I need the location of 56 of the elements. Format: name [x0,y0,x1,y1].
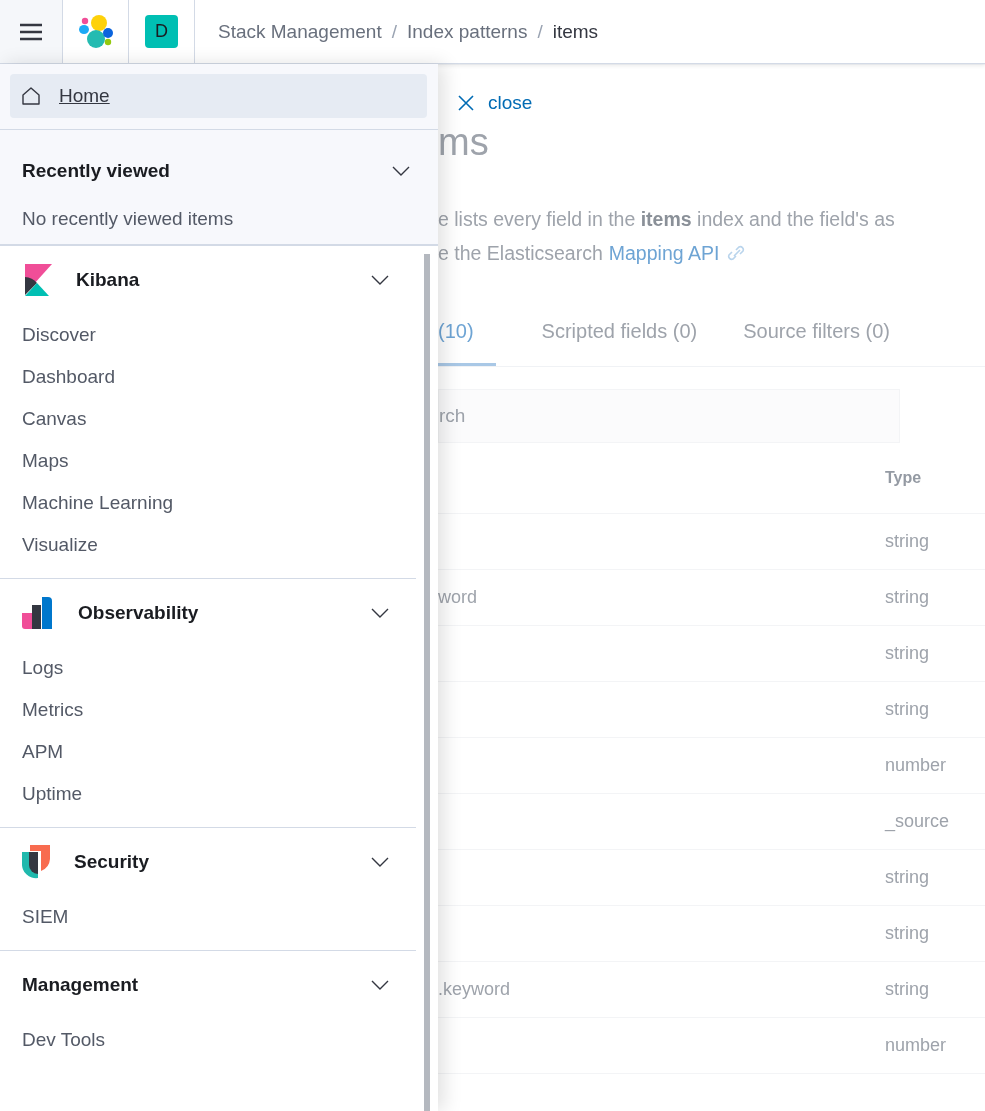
table-cell-text: string [885,923,930,944]
nav-link[interactable]: Uptime [0,773,83,815]
home-link[interactable]: Home [10,74,427,118]
nav-group-toggle[interactable]: Management [0,951,416,1019]
nav-link[interactable]: Dev Tools [0,1019,106,1061]
close-link[interactable]: close [458,92,533,114]
close-icon [458,95,474,111]
menu-button[interactable] [0,0,63,63]
table-cell: .keyword [438,979,511,999]
breadcrumb[interactable]: Stack Management [218,20,382,43]
chevron-icon [371,857,389,867]
description-text: e the Elasticsearch [438,241,603,266]
table-cell-text: string [885,867,930,888]
logo-icon[interactable] [77,13,114,50]
menu-icon [19,22,43,41]
breadcrumb-separator: / [537,20,543,43]
page-title: ms [438,122,490,165]
search-field[interactable]: rch [438,389,900,443]
nav-group-toggle[interactable]: Kibana [0,246,416,314]
chevron-icon [371,980,389,990]
nav-link[interactable]: Visualize [0,524,98,566]
description-text: e lists every field in the items index and the field's as [438,207,896,232]
nav-group-toggle[interactable]: Observability [0,579,416,647]
nav-link[interactable]: Machine Learning [0,482,174,524]
nav-link[interactable]: Dashboard [0,356,115,398]
nav-link[interactable]: SIEM [0,896,69,938]
table-cell-text: string [885,587,930,608]
table-cell-text: _source [885,811,951,832]
chevron-icon [392,166,410,176]
observability-logo-icon [22,597,54,629]
nav-link[interactable]: Metrics [0,689,84,731]
breadcrumb-separator: / [391,20,397,43]
chevron-icon [371,275,389,285]
user-avatar[interactable]: D [145,15,178,48]
nav-link[interactable]: Logs [0,647,64,689]
recently-viewed-toggle[interactable]: Recently viewed [0,130,438,208]
breadcrumb[interactable]: Index patterns [407,20,528,43]
nav-link[interactable]: Discover [0,314,96,356]
home-icon [21,86,41,106]
scrollbar[interactable] [424,254,430,1111]
table-cell-text: number [885,1035,948,1056]
table-cell-text: string [885,699,930,720]
empty-message: No recently viewed items [21,208,235,230]
chevron-icon [371,608,389,618]
table-cell: word [438,587,477,607]
table-cell-text: string [885,531,930,552]
breadcrumb: items [552,20,599,43]
nav-link[interactable]: Canvas [0,398,87,440]
shield-logo-icon [22,845,50,879]
table-cell-text: string [885,979,930,1000]
nav-group-toggle[interactable]: Security [0,828,416,896]
table-cell-text: string [885,643,930,664]
nav-link[interactable]: Maps [0,440,69,482]
kibana-logo-icon [22,264,52,296]
table-cell-text: number [885,755,948,776]
nav-link[interactable]: APM [0,731,64,773]
